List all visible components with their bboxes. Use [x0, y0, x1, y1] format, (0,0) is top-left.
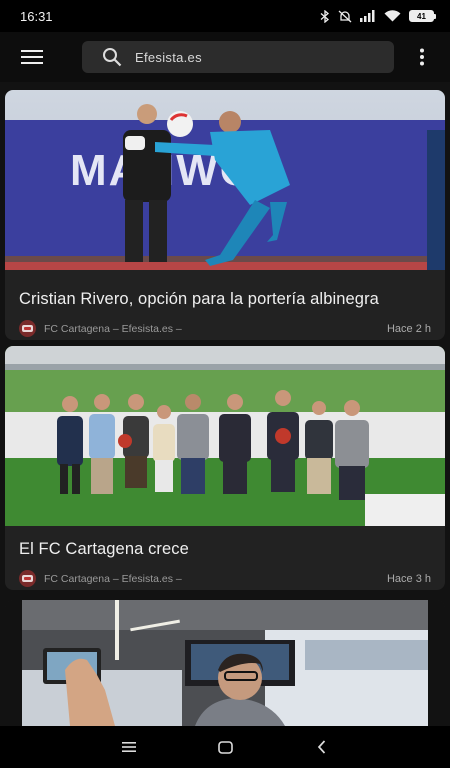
article-card[interactable]: MAHWO Cristian Rivero, opción para	[5, 90, 445, 340]
bluetooth-icon	[320, 9, 330, 23]
article-image[interactable]	[5, 600, 445, 726]
status-icons: 41	[320, 9, 436, 23]
article-time: Hace 2 h	[386, 322, 431, 335]
article-card[interactable]	[5, 600, 445, 726]
source-logo-icon	[19, 570, 36, 587]
home-icon	[217, 740, 233, 754]
wifi-icon	[384, 10, 401, 22]
article-source: FC Cartagena – Efesista.es –	[44, 322, 182, 335]
more-vertical-icon	[420, 48, 424, 66]
article-time: Hace 3 h	[386, 572, 431, 585]
article-meta: FC Cartagena – Efesista.es – Hace 2 h	[5, 320, 445, 337]
search-bar[interactable]: Efesista.es	[82, 41, 394, 73]
more-options-button[interactable]	[402, 32, 442, 82]
back-button[interactable]	[273, 726, 369, 768]
source-logo-icon	[19, 320, 36, 337]
team-photo	[5, 346, 445, 526]
status-bar: 16:31 41	[0, 0, 450, 32]
signal-icon	[360, 10, 375, 22]
news-feed: MAHWO Cristian Rivero, opción para	[0, 82, 450, 726]
app-toolbar: Efesista.es	[0, 32, 450, 82]
article-meta: FC Cartagena – Efesista.es – Hace 3 h	[5, 570, 445, 587]
back-icon	[317, 740, 325, 754]
battery-level: 41	[417, 11, 426, 21]
battery-icon: 41	[409, 10, 436, 22]
recents-icon	[122, 742, 136, 752]
goalkeeper-photo: MAHWO	[5, 90, 445, 270]
search-query-text: Efesista.es	[135, 49, 202, 65]
article-card[interactable]: El FC Cartagena crece FC Cartagena – Efe…	[5, 346, 445, 590]
hamburger-menu-icon	[21, 50, 43, 64]
article-image[interactable]: MAHWO	[5, 90, 445, 270]
article-title[interactable]: El FC Cartagena crece	[5, 540, 445, 559]
system-nav-bar	[0, 726, 450, 768]
article-source: FC Cartagena – Efesista.es –	[44, 572, 182, 585]
search-icon	[103, 48, 122, 67]
mute-icon	[338, 10, 352, 22]
article-title[interactable]: Cristian Rivero, opción para la portería…	[5, 290, 445, 309]
stadium-interior-photo	[5, 600, 445, 726]
menu-button[interactable]	[0, 32, 64, 82]
article-image[interactable]	[5, 346, 445, 526]
recents-button[interactable]	[81, 726, 177, 768]
status-time: 16:31	[20, 8, 53, 24]
home-button[interactable]	[177, 726, 273, 768]
